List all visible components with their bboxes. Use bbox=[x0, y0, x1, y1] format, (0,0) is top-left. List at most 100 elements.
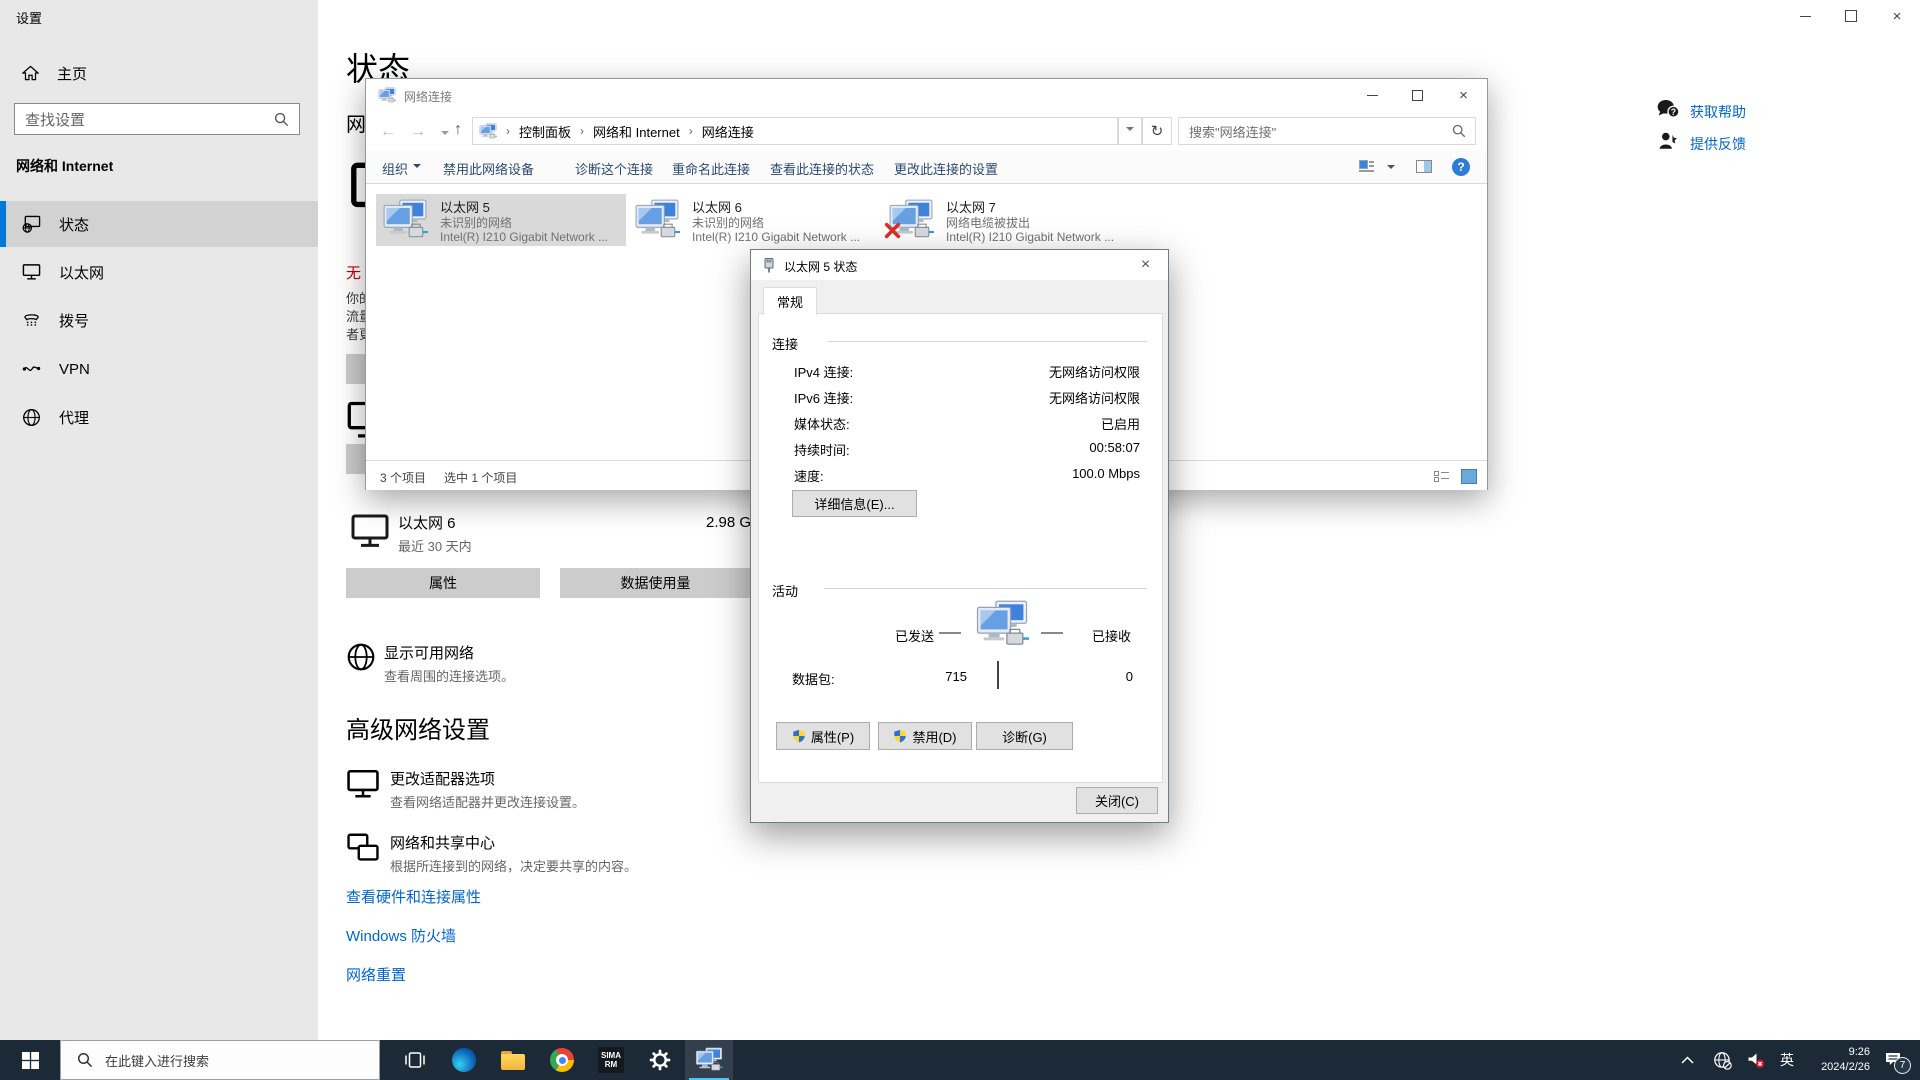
close-button[interactable]: × bbox=[1874, 0, 1920, 32]
organize-menu[interactable]: 组织 bbox=[382, 159, 421, 178]
link-hardware-properties[interactable]: 查看硬件和连接属性 bbox=[346, 886, 481, 907]
search-icon bbox=[274, 112, 289, 127]
rename-command[interactable]: 重命名此连接 bbox=[672, 159, 750, 178]
breadcrumb-network-internet[interactable]: 网络和 Internet bbox=[593, 122, 680, 141]
sidebar-item-home[interactable]: 主页 bbox=[0, 50, 318, 96]
tray-volume-button[interactable] bbox=[1740, 1040, 1772, 1080]
close-icon: × bbox=[1459, 87, 1468, 104]
history-dropdown-icon[interactable] bbox=[441, 131, 449, 139]
row-label: IPv6 连接: bbox=[794, 388, 853, 407]
task-view-button[interactable] bbox=[391, 1040, 439, 1080]
up-button[interactable]: ↑ bbox=[454, 121, 462, 139]
clock[interactable]: 9:26 2024/2/26 bbox=[1798, 1045, 1870, 1075]
adapter-icon bbox=[382, 199, 428, 241]
ethernet-usage-name: 以太网 6 bbox=[398, 512, 456, 533]
details-view-toggle-icon[interactable] bbox=[1434, 470, 1449, 482]
close-button[interactable]: × bbox=[1123, 250, 1168, 280]
view-status-command[interactable]: 查看此连接的状态 bbox=[770, 159, 874, 178]
disable-device-command[interactable]: 禁用此网络设备 bbox=[443, 159, 534, 178]
back-button[interactable]: ← bbox=[380, 123, 396, 141]
refresh-button[interactable]: ↻ bbox=[1142, 117, 1172, 145]
diagnose-button[interactable]: 诊断(G) bbox=[976, 722, 1073, 750]
chrome-button[interactable] bbox=[538, 1040, 586, 1080]
sidebar-item-label: 状态 bbox=[59, 214, 89, 235]
link-network-reset[interactable]: 网络重置 bbox=[346, 964, 406, 985]
link-windows-firewall[interactable]: Windows 防火墙 bbox=[346, 925, 456, 946]
sima-rm-icon: SIMA RM bbox=[598, 1047, 624, 1073]
feedback-person-icon bbox=[1658, 131, 1678, 151]
diagnose-command[interactable]: 诊断这个连接 bbox=[575, 159, 653, 178]
explorer-search-input[interactable]: 搜索"网络连接" bbox=[1178, 117, 1476, 145]
ethernet-plug-icon bbox=[762, 257, 776, 273]
edge-button[interactable] bbox=[440, 1040, 488, 1080]
packets-sent-value: 715 bbox=[919, 669, 967, 684]
forward-button[interactable]: → bbox=[410, 123, 426, 141]
help-button[interactable]: ? bbox=[1452, 158, 1470, 176]
thumbnail-view-toggle-icon[interactable] bbox=[1461, 469, 1477, 484]
settings-search-input[interactable]: 查找设置 bbox=[14, 103, 300, 135]
properties-button[interactable]: 属性 bbox=[346, 568, 540, 598]
close-dialog-button[interactable]: 关闭(C) bbox=[1076, 787, 1158, 814]
maximize-button[interactable] bbox=[1828, 0, 1874, 32]
app-icon-text: SIMA bbox=[601, 1051, 621, 1060]
close-button[interactable]: × bbox=[1440, 79, 1487, 111]
address-bar[interactable]: › 控制面板 › 网络和 Internet › 网络连接 bbox=[472, 117, 1118, 145]
adapter-status: 网络电缆被拔出 bbox=[946, 214, 1030, 231]
feedback-link[interactable]: 提供反馈 bbox=[1690, 134, 1746, 154]
view-mode-dropdown-icon[interactable] bbox=[1387, 165, 1395, 173]
get-help-link[interactable]: 获取帮助 bbox=[1690, 102, 1746, 122]
ime-label: 英 bbox=[1780, 1050, 1794, 1070]
minimize-button[interactable] bbox=[1350, 79, 1395, 111]
settings-app-button[interactable] bbox=[636, 1040, 684, 1080]
button-fragment[interactable] bbox=[346, 354, 366, 384]
breadcrumb-network-connections[interactable]: 网络连接 bbox=[702, 122, 754, 141]
button-label: 属性(P) bbox=[811, 727, 854, 746]
clock-time: 9:26 bbox=[1798, 1045, 1870, 1060]
group-divider bbox=[827, 341, 1147, 342]
data-usage-button[interactable]: 数据使用量 bbox=[560, 568, 751, 598]
close-icon: × bbox=[1893, 8, 1902, 25]
sidebar-section-title: 网络和 Internet bbox=[16, 156, 113, 176]
breadcrumb-control-panel[interactable]: 控制面板 bbox=[519, 122, 571, 141]
sidebar-item-dialup[interactable]: 拨号 bbox=[0, 297, 318, 343]
task-view-icon bbox=[404, 1051, 426, 1069]
sidebar-item-ethernet[interactable]: 以太网 bbox=[0, 249, 318, 295]
adapter-device: Intel(R) I210 Gigabit Network ... bbox=[946, 230, 1114, 244]
dialog-tab-page: 连接 IPv4 连接: 无网络访问权限 IPv6 连接: 无网络访问权限 媒体状… bbox=[758, 313, 1163, 783]
start-button[interactable] bbox=[0, 1040, 60, 1080]
maximize-button[interactable] bbox=[1395, 79, 1440, 111]
minimize-button[interactable] bbox=[1782, 0, 1828, 32]
button-label: 禁用(D) bbox=[912, 727, 956, 746]
properties-button[interactable]: 属性(P) bbox=[776, 722, 870, 750]
no-internet-globe-icon bbox=[1713, 1051, 1732, 1070]
sidebar-item-vpn[interactable]: VPN bbox=[0, 346, 318, 392]
sima-rm-app-button[interactable]: SIMA RM bbox=[587, 1040, 635, 1080]
view-mode-icon[interactable] bbox=[1359, 160, 1373, 174]
maximize-icon bbox=[1412, 90, 1423, 101]
button-fragment[interactable] bbox=[346, 444, 366, 474]
tray-network-button[interactable] bbox=[1706, 1040, 1738, 1080]
details-button[interactable]: 详细信息(E)... bbox=[792, 490, 917, 517]
packets-label: 数据包: bbox=[792, 669, 835, 688]
tray-expand-button[interactable] bbox=[1672, 1040, 1702, 1080]
adapter-options-title[interactable]: 更改适配器选项 bbox=[390, 768, 495, 789]
tab-general[interactable]: 常规 bbox=[763, 287, 817, 315]
adapter-tile-ethernet7[interactable]: 以太网 7 网络电缆被拔出 Intel(R) I210 Gigabit Netw… bbox=[882, 194, 1132, 246]
file-explorer-button[interactable] bbox=[489, 1040, 537, 1080]
sidebar-item-status[interactable]: 状态 bbox=[0, 201, 318, 247]
adapter-tile-ethernet6[interactable]: 以太网 6 未识别的网络 Intel(R) I210 Gigabit Netwo… bbox=[628, 194, 878, 246]
adapter-tile-ethernet5[interactable]: 以太网 5 未识别的网络 Intel(R) I210 Gigabit Netwo… bbox=[376, 194, 626, 246]
address-dropdown-button[interactable] bbox=[1118, 117, 1142, 145]
row-value: 00:58:07 bbox=[960, 440, 1140, 455]
disable-button[interactable]: 禁用(D) bbox=[878, 722, 972, 750]
taskbar-search-input[interactable]: 在此键入进行搜索 bbox=[60, 1040, 380, 1080]
sidebar-item-proxy[interactable]: 代理 bbox=[0, 394, 318, 440]
change-settings-command[interactable]: 更改此连接的设置 bbox=[894, 159, 998, 178]
action-center-button[interactable]: 7 bbox=[1884, 1050, 1904, 1070]
search-icon bbox=[77, 1052, 93, 1068]
preview-pane-icon[interactable] bbox=[1416, 160, 1432, 173]
network-connections-app-button[interactable] bbox=[685, 1040, 733, 1080]
sharing-center-title[interactable]: 网络和共享中心 bbox=[390, 832, 495, 853]
adapter-options-icon bbox=[346, 768, 380, 800]
show-networks-title[interactable]: 显示可用网络 bbox=[384, 642, 474, 663]
